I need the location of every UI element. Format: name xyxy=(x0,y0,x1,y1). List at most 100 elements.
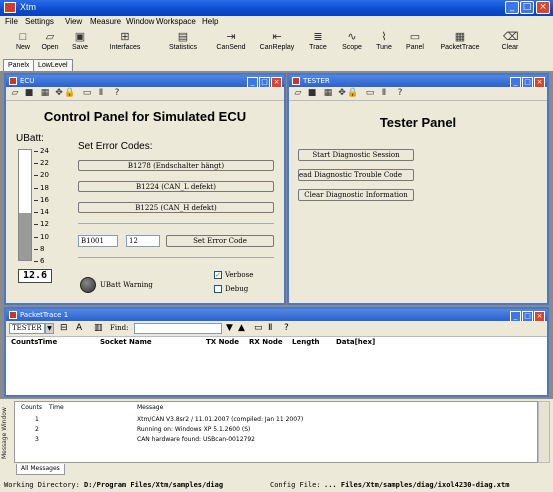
tester-window-titlebar[interactable]: TESTER _ □ × xyxy=(289,75,547,88)
menu-measure[interactable]: Measure xyxy=(90,17,121,26)
error-button-b1224[interactable]: B1224 (CAN_L defekt) xyxy=(78,181,274,192)
columns-icon[interactable]: ▥ xyxy=(94,323,103,333)
scope-icon: ∿ xyxy=(347,31,357,43)
window-title: Xtm xyxy=(20,2,37,12)
menu-workspace[interactable]: Workspace xyxy=(156,17,196,26)
help-icon[interactable]: ? xyxy=(284,323,289,333)
panel-button[interactable]: ▭ Panel xyxy=(403,31,427,57)
ecu-iconbar: ▱ ■ ▦ ✥ 🔒 ▭ Ⅱ ? xyxy=(6,87,284,101)
statistics-icon: ▤ xyxy=(177,31,189,43)
open-folder-icon: ▱ xyxy=(45,31,55,43)
tester-panel: Tester Panel Start Diagnostic Session ea… xyxy=(289,101,547,303)
ecu-panel: Control Panel for Simulated ECU UBatt: 2… xyxy=(6,101,284,303)
open-button[interactable]: ▱ Open xyxy=(39,31,61,57)
packettrace-titlebar[interactable]: PacketTrace 1 _ □ × xyxy=(6,309,547,322)
interfaces-button[interactable]: ⊞ Interfaces xyxy=(103,31,147,57)
message-scrollbar[interactable] xyxy=(538,401,550,463)
save-button[interactable]: ▣ Save xyxy=(69,31,91,57)
app-icon xyxy=(4,2,16,13)
scale-label: 20 xyxy=(40,171,49,180)
verbose-label: Verbose xyxy=(225,271,254,279)
canreplay-button[interactable]: ⇤ CanReplay xyxy=(256,31,298,57)
packettrace-window: PacketTrace 1 _ □ × TESTER ▼ ⊟ A ▥ Find: ▼… xyxy=(4,307,549,397)
minimize-button[interactable]: _ xyxy=(505,1,519,14)
trace-button[interactable]: ≣ Trace xyxy=(306,31,330,57)
chevron-down-icon[interactable]: ▼ xyxy=(45,323,54,334)
tab-all-messages[interactable]: All Messages xyxy=(16,464,65,475)
ecu-window-titlebar[interactable]: ECU _ □ × xyxy=(6,75,284,88)
start-diagnostic-session-button[interactable]: Start Diagnostic Session xyxy=(298,149,414,161)
cansend-icon: ⇥ xyxy=(226,31,236,43)
menu-window[interactable]: Window xyxy=(126,17,154,26)
packettrace-table: Counts Time Socket Name TX Node RX Node … xyxy=(6,337,547,395)
error-code-input[interactable]: B1001 xyxy=(78,235,118,247)
new-button[interactable]: □ New xyxy=(14,31,32,57)
pause-icon[interactable]: Ⅱ xyxy=(379,88,389,98)
working-dir-label: Working Directory: xyxy=(4,481,80,489)
menu-view[interactable]: View xyxy=(65,17,82,26)
lock-icon[interactable]: 🔒 xyxy=(64,88,75,98)
grid-icon[interactable]: ▦ xyxy=(323,88,333,98)
ubatt-scale: 24 22 20 18 16 14 12 10 8 6 xyxy=(34,147,54,265)
tab-lowlevel[interactable]: LowLevel xyxy=(33,59,73,71)
message-window: Message Window Counts Time Message 1 Xtm… xyxy=(0,399,553,478)
tester-iconbar: ▱ ■ ▦ ✥ 🔒 ▭ Ⅱ ? xyxy=(289,87,547,101)
clear-button[interactable]: ⌫ Clear xyxy=(497,31,523,57)
menu-file[interactable]: File xyxy=(5,17,18,26)
tester-title: Tester Panel xyxy=(379,115,457,130)
scope-button[interactable]: ∿ Scope xyxy=(339,31,365,57)
pause-icon[interactable]: Ⅱ xyxy=(268,323,272,333)
error-button-b1225[interactable]: B1225 (CAN_H defekt) xyxy=(78,202,274,213)
set-error-code-button[interactable]: Set Error Code xyxy=(166,235,274,247)
grid-icon[interactable]: ▦ xyxy=(40,88,50,98)
close-button[interactable]: × xyxy=(536,1,550,14)
window-icon xyxy=(9,311,17,319)
window-icon[interactable]: ▭ xyxy=(365,88,375,98)
menu-help[interactable]: Help xyxy=(202,17,218,26)
socket-select[interactable]: TESTER xyxy=(9,323,45,334)
help-icon[interactable]: ? xyxy=(395,88,405,98)
filter-icon[interactable]: ⊟ xyxy=(60,323,68,333)
tab-panelx[interactable]: Panelx xyxy=(3,59,35,71)
stop-icon[interactable]: ■ xyxy=(307,88,317,98)
tune-button[interactable]: ⌇ Tune xyxy=(373,31,395,57)
menu-settings[interactable]: Settings xyxy=(25,17,54,26)
statistics-button[interactable]: ▤ Statistics xyxy=(160,31,206,57)
cansend-button[interactable]: ⇥ CanSend xyxy=(214,31,248,57)
open-icon[interactable]: ▱ xyxy=(10,88,20,98)
read-dtc-button[interactable]: ead Diagnostic Trouble Code xyxy=(298,169,414,181)
help-icon[interactable]: ? xyxy=(112,88,122,98)
divider xyxy=(78,223,274,224)
find-label: Find: xyxy=(110,324,129,332)
move-icon[interactable]: ✥ xyxy=(54,88,64,98)
move-icon[interactable]: ✥ xyxy=(337,88,347,98)
maximize-button[interactable]: □ xyxy=(520,1,534,14)
tune-icon: ⌇ xyxy=(381,31,387,43)
packettrace-button[interactable]: ▦ PacketTrace xyxy=(436,31,484,57)
window-icon[interactable]: ▭ xyxy=(82,88,92,98)
find-prev-icon[interactable]: ▲ xyxy=(238,323,245,333)
scale-label: 8 xyxy=(40,244,45,253)
working-dir-value: D:/Program Files/Xtm/samples/diag xyxy=(84,481,224,489)
ubatt-value-display: 12.6 xyxy=(18,269,52,283)
tester-window-title: TESTER xyxy=(303,77,330,85)
lock-icon[interactable]: 🔒 xyxy=(347,88,358,98)
debug-checkbox[interactable] xyxy=(214,285,222,293)
verbose-checkbox[interactable]: ✓ xyxy=(214,271,222,279)
pause-icon[interactable]: Ⅱ xyxy=(96,88,106,98)
window-icon[interactable]: ▭ xyxy=(254,323,263,333)
scale-label: 10 xyxy=(40,232,49,241)
clear-diagnostic-info-button[interactable]: Clear Diagnostic Information xyxy=(298,189,414,201)
stop-icon[interactable]: ■ xyxy=(24,88,34,98)
ubatt-warning-led xyxy=(80,277,96,293)
list-item: Running on: Windows XP 5.1.2600 (S) xyxy=(137,426,251,433)
divider xyxy=(78,257,274,258)
error-button-b1278[interactable]: B1278 (Endschalter hängt) xyxy=(78,160,274,171)
save-icon: ▣ xyxy=(74,31,86,43)
open-icon[interactable]: ▱ xyxy=(293,88,303,98)
font-icon[interactable]: A xyxy=(76,323,82,333)
scale-tick xyxy=(34,163,38,165)
find-input[interactable] xyxy=(134,323,222,334)
find-next-icon[interactable]: ▼ xyxy=(226,323,233,333)
error-number-input[interactable]: 12 xyxy=(126,235,160,247)
